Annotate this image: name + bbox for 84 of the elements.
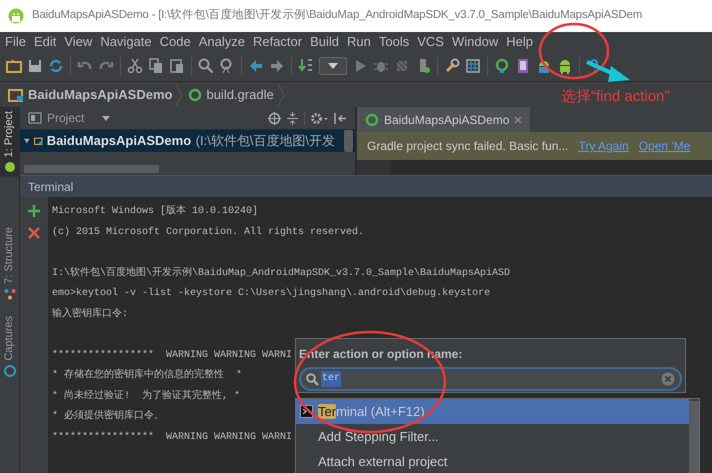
terminal-line: Microsoft Windows [版本 10.0.10240] (52, 204, 258, 219)
menu-item[interactable]: Navigate (96, 32, 156, 52)
scrollbar[interactable] (689, 401, 699, 473)
gradle-sync-icon[interactable] (494, 58, 510, 74)
terminal-line: ***************** WARNING WARNING WARNI (52, 430, 292, 444)
terminal-line: (c) 2015 Microsoft Corporation. All rights reserved. (52, 226, 364, 240)
breadcrumb-item[interactable]: BaiduMapsApiASDemo (28, 84, 172, 104)
editor-tab[interactable]: BaiduMapsApiASDemo (357, 107, 530, 132)
hide-panel-icon[interactable] (333, 112, 347, 124)
window-title: BaiduMapsApiASDemo - [I:\软件包\百度地图\开发示例\BaiduMap_AndroidMapSDK_v3.7.0_Sample\BaiduMapsApiASDem (32, 8, 642, 24)
terminal-line: * 尚未经过验证! 为了验证其完整性, * (52, 388, 240, 404)
menu-item[interactable]: View (60, 32, 96, 52)
device-manager-icon[interactable] (515, 58, 531, 74)
chevron-icon (176, 84, 182, 106)
folder-icon (8, 88, 24, 102)
menu-item[interactable]: File (1, 32, 30, 52)
forward-arrow-icon[interactable] (269, 58, 285, 74)
caret-icon (102, 116, 110, 120)
menu-item[interactable]: Code (156, 32, 195, 52)
make-icon[interactable] (298, 58, 314, 74)
result-item[interactable]: Attach external project (296, 449, 689, 473)
add-icon[interactable] (28, 205, 40, 217)
tool-window-tab[interactable]: 7: Structure (0, 223, 20, 304)
notification-message: Gradle project sync failed. Basic fun... (367, 138, 568, 155)
search-icon (306, 372, 319, 386)
android-icon[interactable] (557, 58, 573, 74)
tree-row[interactable]: BaiduMapsApiASDemo (I:\软件包\百度地图\开发 (20, 130, 355, 152)
terminal-title: Terminal (28, 178, 74, 196)
annotation-arrow (586, 60, 630, 82)
close-icon[interactable] (514, 116, 522, 124)
result-item[interactable]: Add Stepping Filter... (296, 424, 689, 449)
annotation-circle (538, 22, 610, 80)
android-icon[interactable] (536, 58, 552, 74)
paste-icon[interactable] (169, 58, 185, 74)
camera-icon (4, 364, 16, 377)
menu-item[interactable]: Help (502, 32, 537, 52)
search-field[interactable]: ter (299, 367, 682, 391)
android-icon (4, 161, 16, 174)
close-icon[interactable] (28, 227, 40, 239)
menu-item[interactable]: VCS (413, 32, 448, 52)
config-dropdown[interactable] (319, 57, 347, 75)
terminal-line: * 存储在您的密钥库中的信息的完整性 * (52, 368, 242, 383)
open-folder-icon[interactable] (6, 58, 22, 74)
terminal-line: I:\软件包\百度地图\开发示例\BaiduMap_AndroidMapSDK_v3.7.0_Sample\BaiduMapsApiASD (52, 266, 510, 280)
terminal-line: ***************** WARNING WARNING WARNI (52, 348, 292, 362)
wrench-icon[interactable] (444, 58, 460, 74)
menu-item[interactable]: Edit (30, 32, 60, 52)
copy-icon[interactable] (148, 58, 164, 74)
tool-window-tab[interactable]: 1: Project (0, 107, 20, 178)
result-item[interactable]: Terminal (Alt+F12) (296, 399, 689, 424)
menu-item[interactable]: Refactor (248, 32, 306, 52)
scissors-icon[interactable] (127, 58, 143, 74)
menu-item[interactable]: Window (448, 32, 502, 52)
caret-icon (328, 63, 338, 69)
chevron-icon (278, 84, 284, 106)
project-view-dropdown[interactable]: Project (47, 109, 110, 127)
menu-item[interactable]: Build (306, 32, 344, 52)
breadcrumb-item[interactable]: build.gradle (206, 84, 274, 104)
annotation-text: 选择“find action” (561, 87, 670, 107)
structure-icon (4, 288, 16, 300)
tree-item-label: BaiduMapsApiASDemo (I:\软件包\百度地图\开发 (46, 132, 335, 150)
menu-item[interactable]: Run (343, 32, 375, 52)
clear-icon[interactable] (661, 372, 675, 386)
gradle-icon (365, 112, 379, 126)
expand-arrow-icon[interactable] (24, 137, 30, 145)
search-icon[interactable] (198, 58, 214, 74)
grid-icon[interactable] (465, 58, 481, 74)
save-icon[interactable] (27, 58, 43, 74)
menu-item[interactable]: Tools (374, 32, 414, 52)
project-view-icon (28, 112, 42, 124)
scrollbar[interactable] (24, 165, 159, 173)
terminal-line: emo>keytool -v -list -keystore C:\Users\jingshang\.android\debug.keystore (52, 286, 490, 301)
locate-icon[interactable] (268, 112, 281, 124)
collapse-all-icon[interactable] (286, 112, 299, 124)
settings-icon[interactable] (310, 112, 328, 124)
tool-window-tab[interactable]: Captures (0, 312, 20, 381)
android-logo-icon (8, 7, 24, 25)
sync-icon[interactable] (48, 58, 64, 74)
menu-item[interactable]: Analyze (194, 32, 249, 52)
terminal-line: 输入密钥库口令: (52, 306, 128, 322)
terminal-line: * 必须提供密钥库口令。 (52, 408, 164, 424)
scrollbar[interactable] (344, 130, 353, 152)
gradle-file-icon (188, 88, 202, 102)
back-arrow-icon[interactable] (248, 58, 264, 74)
